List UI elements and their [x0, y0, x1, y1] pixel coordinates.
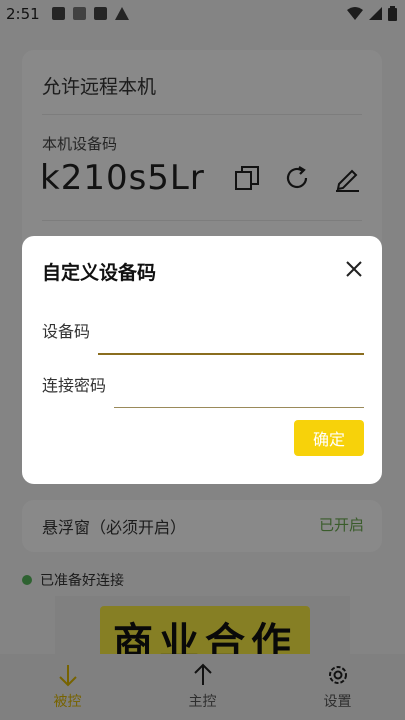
dialog-title: 自定义设备码: [42, 262, 157, 284]
confirm-button[interactable]: 确定: [294, 420, 364, 456]
custom-device-code-dialog: 自定义设备码 设备码 连接密码 确定: [22, 236, 382, 484]
device-code-field-label: 设备码: [42, 322, 91, 341]
password-input[interactable]: [114, 386, 364, 406]
device-code-underline: [98, 353, 364, 355]
password-field-label: 连接密码: [42, 376, 107, 395]
device-code-input[interactable]: [98, 332, 363, 352]
password-underline: [114, 407, 364, 408]
close-icon[interactable]: [344, 259, 364, 279]
